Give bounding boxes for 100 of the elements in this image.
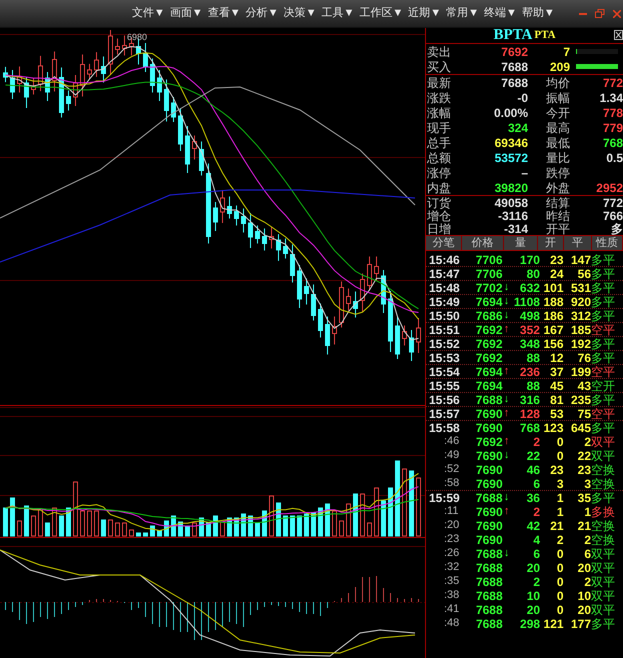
arrow-icon: ↓ [504,282,510,293]
volume-bar [388,488,393,536]
column-header[interactable]: 性质 [592,236,623,250]
arrow-icon: ↑ [504,324,510,335]
volume-bar [234,518,239,536]
tick-close: 192 [570,336,591,352]
arrow-icon: ↓ [504,450,510,461]
tick-time: :32 [443,560,460,576]
stat-label: 最新 [426,74,452,92]
stat-label: 量比 [545,150,571,166]
column-header[interactable]: 价格 [462,236,504,250]
tick-type: 空换 [591,462,616,478]
tick-volume: 88 [526,378,540,394]
tick-open: 3 [556,476,564,492]
volume-bar [87,510,92,536]
arrow-icon: ↓ [504,310,510,321]
tick-volume: 46 [526,462,540,478]
tick-close: 920 [570,294,591,310]
tick-time: :11 [443,504,460,520]
tick-time: 15:46 [428,252,461,268]
menu-item[interactable]: 工具▼ [321,5,354,22]
candle [38,55,43,92]
candle [143,42,148,72]
tick-volume: 236 [518,364,540,380]
candle [17,66,22,93]
candle [241,208,246,233]
candle [388,290,393,352]
tick-price: 7688 [476,392,502,408]
volume-bar [311,512,316,536]
tick-time: :23 [443,532,460,548]
volume-bar [150,526,155,536]
tick-time: 15:48 [428,280,461,296]
stat-label: 增仓 [426,208,452,223]
tick-open: 1 [556,490,564,506]
tick-price: 7690 [476,420,502,436]
tick-open: 121 [542,616,564,632]
tick-type: 多平 [591,420,616,436]
close-icon[interactable] [614,30,623,40]
candle [101,56,106,83]
tick-type: 空平 [591,322,616,338]
menu-item[interactable]: 帮助▼ [522,5,555,22]
tick-price: 7690 [476,518,503,534]
menu-item[interactable]: 决策▼ [284,5,316,22]
volume-bar [367,522,372,536]
restore-icon[interactable] [595,9,605,18]
tick-volume: 10 [526,588,540,604]
menu-item[interactable]: 工作区▼ [359,5,404,22]
tick-open: 0 [556,560,564,576]
volume-bar [269,496,274,536]
volume-bar [360,494,365,536]
menu-item[interactable]: 文件▼ [132,5,165,22]
stat-value: -0 [516,90,528,106]
menu-item[interactable]: 查看▼ [208,5,241,22]
stat-value: 1.34 [598,90,623,106]
menu-item[interactable]: 常用▼ [446,5,480,22]
volume-bar [227,518,232,536]
candle [346,288,351,311]
column-header[interactable]: 平 [564,236,592,250]
tick-type: 双平 [591,546,616,562]
minimize-icon[interactable] [579,12,587,16]
tick-close: 147 [570,252,591,268]
volume-bar [346,504,351,536]
tick-volume: 2 [532,434,540,450]
stat-value: 2952 [595,180,623,196]
menu-item[interactable]: 分析▼ [246,5,279,22]
volume-bar [213,516,218,536]
tick-time: :48 [443,616,460,632]
arrow-icon: ↑ [504,506,510,517]
volume-bar [283,516,288,536]
tick-price: 7706 [476,252,502,268]
candle [52,51,57,92]
column-header[interactable]: 分笔 [426,236,462,250]
candle [213,202,218,232]
tick-type: 空换 [591,518,616,534]
menu-item[interactable]: 画面▼ [170,5,203,22]
volume-bar [206,522,211,536]
column-header[interactable]: 开 [538,236,564,250]
candle [409,330,414,362]
column-header[interactable]: 量 [504,236,538,250]
tick-time: :49 [443,448,460,464]
volume-bar [192,522,197,536]
volume-bar [10,498,15,536]
arrow-icon: ↑ [504,366,510,377]
candle [402,325,407,346]
volume-bar [241,514,246,536]
volume-bar [402,468,407,536]
tick-open: 23 [549,462,564,478]
candle [395,316,400,360]
tick-close: 23 [576,462,591,478]
volume-bar [3,508,8,536]
tick-volume: 2 [532,574,540,590]
stat-label: 外盘 [545,180,571,196]
tick-volume: 88 [526,350,540,366]
menu-item[interactable]: 近期▼ [408,5,442,22]
menu-item[interactable]: 终端▼ [484,5,517,22]
tick-volume: 128 [518,406,540,422]
tick-open: 53 [549,406,564,422]
tick-volume: 20 [526,602,540,618]
tick-close: 2 [583,574,591,590]
stat-label: 总额 [426,150,452,166]
